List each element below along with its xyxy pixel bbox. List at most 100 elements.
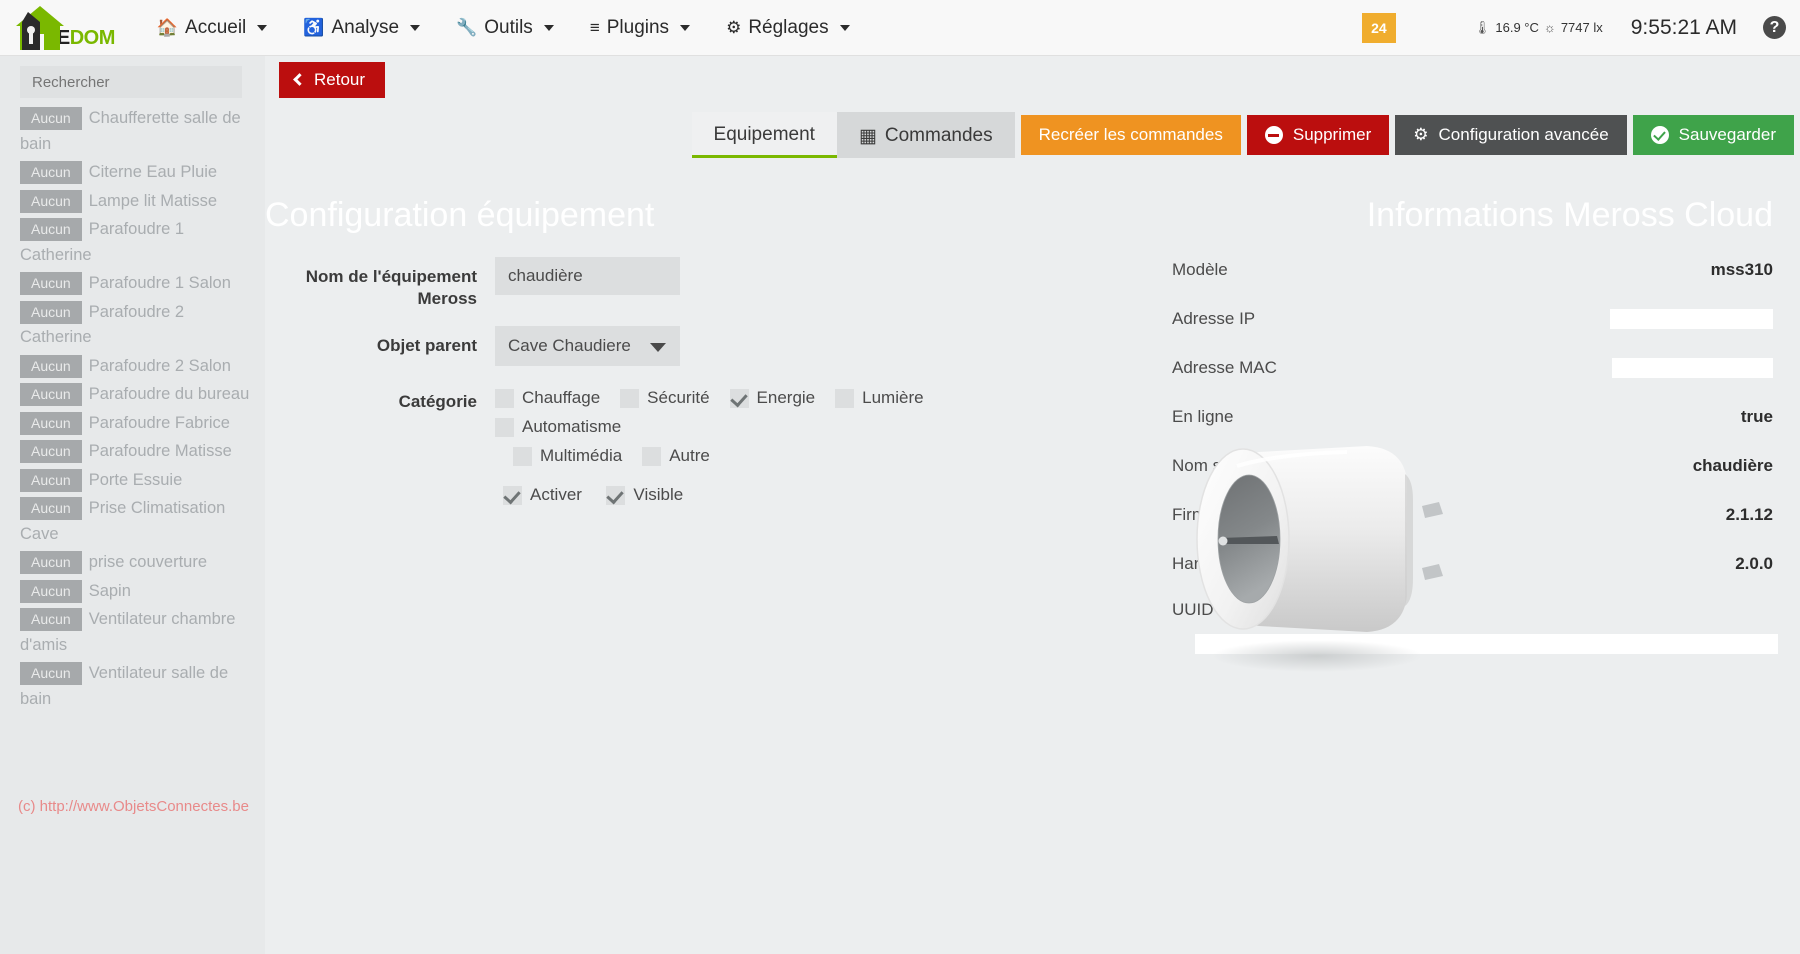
category-label: Energie (756, 388, 816, 407)
sidebar-item-10[interactable]: Aucun Porte Essuie (20, 468, 253, 494)
sidebar-item-2[interactable]: Aucun Lampe lit Matisse (20, 189, 253, 215)
info-row-value (1500, 358, 1800, 379)
sidebar-item-5[interactable]: Aucun Parafoudre 2 Catherine (20, 300, 253, 351)
category-checkbox-automatisme[interactable]: Automatisme (495, 417, 621, 437)
category-checkbox-lumi-re[interactable]: Lumière (835, 388, 924, 408)
sidebar-item-4[interactable]: Aucun Parafoudre 1 Salon (20, 271, 253, 297)
parent-object-select[interactable]: Cave Chaudiere (495, 326, 680, 366)
copyright-watermark: (c) http://www.ObjetsConnectes.be (18, 798, 249, 815)
nav-plugins-label: Plugins (606, 16, 670, 38)
help-icon[interactable]: ? (1763, 16, 1786, 39)
chevron-left-icon (293, 73, 306, 86)
list-icon: ≡ (589, 17, 600, 37)
equipment-config-panel: Configuration équipement Nom de l'équipe… (265, 158, 1145, 954)
info-row-value: 2.0.0 (1735, 554, 1773, 573)
delete-button-label: Supprimer (1292, 125, 1372, 144)
checkbox-box (729, 388, 749, 408)
message-count-badge[interactable]: 24 (1361, 12, 1396, 43)
sidebar-item-11[interactable]: Aucun Prise Climatisation Cave (20, 496, 253, 547)
visible-checkbox[interactable]: Visible (606, 485, 683, 505)
checkbox-box (513, 446, 532, 466)
back-bar: Retour (265, 56, 1800, 102)
chevron-down-icon (680, 24, 691, 31)
info-row-2: Adresse MAC (1145, 355, 1800, 381)
info-row-label: Modèle (1172, 260, 1228, 279)
checkbox-box (503, 485, 522, 505)
sidebar-item-badge: Aucun (20, 551, 82, 574)
tab-equipement-label: Equipement (713, 123, 815, 145)
gear-icon: ⚙ (726, 17, 742, 37)
search-input[interactable] (20, 66, 242, 98)
category-checkbox-s-curit-[interactable]: Sécurité (620, 388, 710, 408)
chevron-down-icon (410, 24, 421, 31)
delete-button[interactable]: Supprimer (1246, 115, 1390, 155)
info-row-label: Adresse MAC (1172, 358, 1277, 377)
sidebar-item-6[interactable]: Aucun Parafoudre 2 Salon (20, 354, 253, 380)
info-row-value: mss310 (1710, 260, 1773, 279)
sidebar-item-1[interactable]: Aucun Citerne Eau Pluie (20, 160, 253, 186)
checkbox-box (495, 388, 514, 408)
advanced-config-button[interactable]: ⚙ Configuration avancée (1395, 115, 1627, 155)
sidebar-item-15[interactable]: Aucun Ventilateur salle de bain (20, 661, 253, 712)
category-checkbox-chauffage[interactable]: Chauffage (495, 388, 600, 408)
sidebar-item-label: Sapin (88, 581, 131, 600)
category-checkbox-multim-dia[interactable]: Multimédia (513, 446, 622, 466)
jeedom-logo[interactable]: EEDOM (10, 4, 115, 52)
redacted-value (1612, 358, 1773, 379)
sidebar-item-label: Parafoudre Fabrice (88, 413, 230, 432)
luminosity-value: 7747 lx (1560, 20, 1603, 35)
parent-field-label: Objet parent (376, 336, 477, 355)
sensor-summary: 🌡 16.9 °C ☼ 7747 lx (1474, 20, 1603, 36)
info-row-value: true (1740, 407, 1773, 426)
sidebar-item-12[interactable]: Aucun prise couverture (20, 550, 253, 576)
chevron-down-icon (650, 343, 666, 352)
category-checkbox-autre[interactable]: Autre (642, 446, 710, 466)
redacted-value (1610, 309, 1773, 330)
brand-text-green: DOM (69, 26, 116, 49)
thermometer-icon: 🌡 (1473, 19, 1491, 35)
activer-label: Activer (530, 485, 582, 504)
sidebar-item-badge: Aucun (20, 161, 82, 184)
category-field-wrap: Chauffage Sécurité Energie Lumière Automatis… (495, 382, 1145, 514)
sidebar-item-9[interactable]: Aucun Parafoudre Matisse (20, 439, 253, 465)
sidebar-item-label: Citerne Eau Pluie (88, 163, 218, 181)
recreate-commands-button[interactable]: Recréer les commandes (1020, 115, 1241, 155)
field-row-category: Catégorie Chauffage Sécurité Energie Lumièr… (265, 382, 1145, 514)
visible-label: Visible (633, 485, 684, 504)
field-row-parent: Objet parent Cave Chaudiere (265, 326, 1145, 366)
sidebar-item-label: Parafoudre du bureau (88, 385, 250, 403)
sidebar-item-3[interactable]: Aucun Parafoudre 1 Catherine (20, 217, 253, 268)
sidebar-item-badge: Aucun (20, 272, 82, 295)
category-label: Multimédia (540, 446, 623, 465)
nav-outils[interactable]: 🔧 Outils (438, 0, 572, 56)
info-row-0: Modèle mss310 (1145, 257, 1800, 283)
save-button[interactable]: Sauvegarder (1632, 115, 1794, 155)
checkbox-box (495, 417, 514, 437)
back-button-label: Retour (314, 70, 366, 89)
meross-smart-plug-photo (1167, 418, 1467, 678)
nav-analyse[interactable]: ♿ Analyse (285, 0, 438, 56)
sidebar-item-8[interactable]: Aucun Parafoudre Fabrice (20, 411, 253, 437)
sidebar-item-14[interactable]: Aucun Ventilateur chambre d'amis (20, 607, 253, 658)
category-label: Sécurité (647, 388, 710, 407)
tab-equipement[interactable]: Equipement (691, 112, 837, 158)
category-row-2: Multimédia Autre (495, 446, 1075, 475)
sidebar-item-badge: Aucun (20, 411, 82, 435)
equipment-name-input[interactable] (495, 257, 680, 295)
sidebar-item-0[interactable]: Aucun Chaufferette salle de bain (20, 106, 253, 157)
activer-checkbox[interactable]: Activer (503, 485, 582, 505)
sidebar-item-13[interactable]: Aucun Sapin (20, 579, 253, 605)
category-row-1: Chauffage Sécurité Energie Lumière Automatis… (495, 388, 1075, 446)
category-checkbox-group: Chauffage Sécurité Energie Lumière Automatis… (495, 382, 1075, 475)
nav-reglages[interactable]: ⚙ Réglages (708, 0, 868, 56)
nav-plugins[interactable]: ≡ Plugins (572, 0, 708, 56)
info-row-value: 2.1.12 (1725, 505, 1773, 524)
nav-accueil[interactable]: 🏠 Accueil (139, 0, 285, 56)
checkbox-box (642, 446, 662, 466)
category-label: Automatisme (522, 417, 622, 436)
tab-commandes[interactable]: ▦ Commandes (836, 112, 1015, 158)
back-button[interactable]: Retour (279, 62, 386, 98)
category-checkbox-energie[interactable]: Energie (729, 388, 816, 408)
equipment-config-title: Configuration équipement (265, 196, 655, 234)
sidebar-item-7[interactable]: Aucun Parafoudre du bureau (20, 382, 253, 408)
